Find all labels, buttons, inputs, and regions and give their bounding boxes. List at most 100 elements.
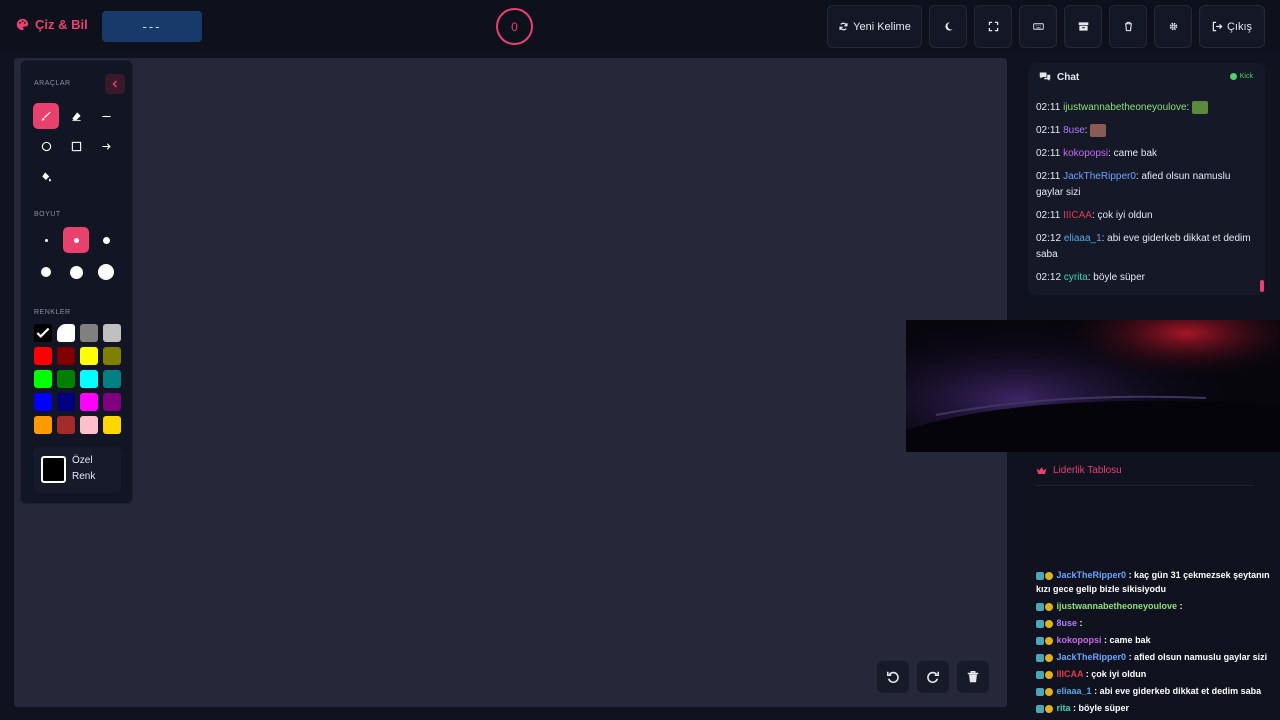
badge-icon [1036, 619, 1044, 628]
line-icon [101, 115, 111, 117]
tool-panel: ARAÇLAR BOYUT RENKLER Özel Renk [20, 60, 133, 504]
fill-icon [41, 171, 51, 181]
leaderboard-divider [1036, 485, 1254, 486]
size-5[interactable] [63, 259, 89, 285]
overlay-text: : [1179, 601, 1183, 611]
overlay-username: JackTheRipper0 [1056, 652, 1127, 662]
chat-message: 02:12 cyrita: böyle süper [1036, 270, 1252, 286]
size-3[interactable] [93, 227, 119, 253]
clear-canvas-button[interactable] [957, 661, 989, 693]
badge-icon [1036, 602, 1044, 611]
collapse-panel-button[interactable] [105, 74, 125, 94]
undo-icon [886, 671, 899, 683]
tools-section-title: ARAÇLAR [34, 80, 71, 87]
undo-button[interactable] [877, 661, 909, 693]
color-swatch[interactable] [57, 393, 75, 411]
platform-label: Kick [1239, 73, 1253, 80]
keyboard-icon [1032, 23, 1044, 30]
online-dot-icon [1229, 73, 1237, 80]
chat-time: 02:12 [1036, 272, 1062, 283]
keyboard-button[interactable] [1019, 5, 1057, 48]
size-section-title: BOYUT [34, 211, 61, 218]
chat-title: Chat [1057, 71, 1080, 83]
color-swatch[interactable] [80, 347, 98, 365]
color-swatch[interactable] [57, 347, 75, 365]
chat-username[interactable]: eliaaa_1 [1064, 233, 1102, 244]
chat-username[interactable]: JackTheRipper0 [1063, 171, 1136, 182]
exit-label: Çıkış [1226, 20, 1253, 33]
color-swatch[interactable] [103, 347, 121, 365]
chat-scrollbar[interactable] [1260, 280, 1264, 292]
overlay-chat-message: JackTheRipper0 : afied olsun namuslu gay… [1036, 650, 1280, 664]
fullscreen-button[interactable] [974, 5, 1012, 48]
size-2[interactable] [63, 227, 89, 253]
canvas-controls [877, 661, 989, 693]
chat-username[interactable]: ijustwannabetheoneyoulove [1063, 102, 1186, 113]
rectangle-tool[interactable] [63, 133, 89, 159]
badge-icon [1045, 653, 1053, 662]
line-tool[interactable] [93, 103, 119, 129]
overlay-username: JackTheRipper0 [1056, 570, 1127, 580]
settings-button[interactable] [1154, 5, 1192, 48]
color-swatch[interactable] [34, 324, 52, 342]
color-swatch[interactable] [80, 393, 98, 411]
eraser-tool[interactable] [63, 103, 89, 129]
chat-text: : [1084, 125, 1088, 136]
brush-tool[interactable] [33, 103, 59, 129]
overlay-chat-message: JackTheRipper0 : kaç gün 31 çekmezsek şe… [1036, 568, 1280, 596]
timer-badge: 0 [496, 8, 533, 45]
chat-username[interactable]: 8use [1063, 125, 1085, 136]
chat-username[interactable]: kokopopsi [1063, 148, 1108, 159]
color-swatch[interactable] [57, 324, 75, 342]
redo-button[interactable] [917, 661, 949, 693]
color-swatch[interactable] [80, 370, 98, 388]
color-swatch[interactable] [103, 370, 121, 388]
chat-username[interactable]: cyrita [1064, 272, 1088, 283]
overlay-text: : çok iyi oldun [1085, 669, 1147, 679]
app-logo[interactable]: Çiz & Bil [16, 17, 88, 32]
overlay-username: ijustwannabetheoneyoulove [1056, 601, 1178, 611]
arrow-icon [101, 142, 111, 150]
color-swatch[interactable] [34, 370, 52, 388]
color-swatch[interactable] [34, 347, 52, 365]
leaderboard-header: Liderlik Tablosu [1036, 465, 1122, 476]
color-swatch[interactable] [34, 416, 52, 434]
drawing-canvas[interactable] [14, 58, 1007, 707]
color-swatch[interactable] [80, 416, 98, 434]
color-swatch[interactable] [103, 324, 121, 342]
badge-icon [1036, 704, 1044, 713]
color-swatch[interactable] [103, 393, 121, 411]
color-swatch[interactable] [103, 416, 121, 434]
color-swatch[interactable] [57, 370, 75, 388]
archive-button[interactable] [1064, 5, 1102, 48]
circle-tool[interactable] [33, 133, 59, 159]
color-swatch[interactable] [34, 393, 52, 411]
size-6[interactable] [93, 259, 119, 285]
theme-toggle-button[interactable] [929, 5, 967, 48]
chat-time: 02:11 [1036, 210, 1061, 221]
size-4[interactable] [33, 259, 59, 285]
size-1[interactable] [33, 227, 59, 253]
badge-icon [1045, 571, 1053, 580]
refresh-icon [839, 22, 848, 31]
word-display: --- [102, 11, 202, 42]
overlay-username: eliaaa_1 [1056, 686, 1092, 696]
chat-text: : böyle süper [1087, 272, 1145, 283]
emote-icon [1090, 123, 1107, 137]
chat-username[interactable]: IIICAA [1063, 210, 1092, 221]
chat-message-list[interactable]: 02:11 ijustwannabetheoneyoulove: 02:11 8… [1036, 100, 1252, 293]
new-word-label: Yeni Kelime [853, 20, 911, 33]
app-title: Çiz & Bil [35, 17, 88, 32]
new-word-button[interactable]: Yeni Kelime [827, 5, 922, 48]
overlay-chat-message: kokopopsi : came bak [1036, 633, 1280, 647]
color-swatch[interactable] [57, 416, 75, 434]
color-swatch[interactable] [80, 324, 98, 342]
custom-color-button[interactable]: Özel Renk [34, 447, 121, 493]
arrow-tool[interactable] [93, 133, 119, 159]
overlay-chat-message: ijustwannabetheoneyoulove : [1036, 599, 1280, 613]
overlay-username: kokopopsi [1056, 635, 1102, 645]
fill-tool[interactable] [33, 163, 59, 189]
delete-button[interactable] [1109, 5, 1147, 48]
badge-icon [1045, 670, 1053, 679]
exit-button[interactable]: Çıkış [1199, 5, 1265, 48]
